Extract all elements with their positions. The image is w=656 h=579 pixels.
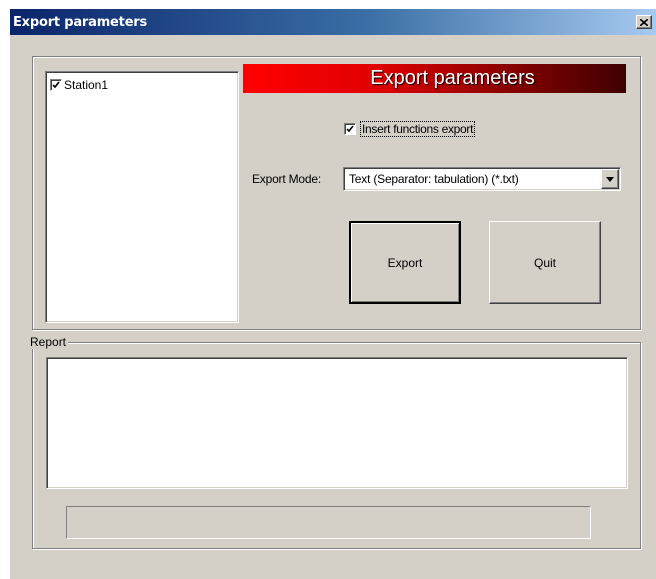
export-mode-label: Export Mode: (252, 172, 321, 186)
checkmark-icon (346, 125, 354, 133)
export-banner: Export parameters (243, 64, 626, 93)
close-button[interactable] (636, 15, 652, 29)
dropdown-button[interactable] (601, 169, 619, 189)
station-checkbox[interactable] (50, 79, 62, 91)
close-x-icon (640, 18, 648, 26)
quit-button[interactable]: Quit (489, 221, 601, 304)
export-mode-value: Text (Separator: tabulation) (*.txt) (349, 172, 519, 186)
report-legend: Report (28, 335, 69, 349)
report-textarea[interactable] (46, 357, 628, 489)
checkmark-icon (52, 81, 60, 89)
export-progress-bar (66, 506, 591, 539)
chevron-down-icon (606, 176, 614, 182)
export-parameters-dialog: Export parameters Station1 Export parame… (9, 8, 656, 579)
window-title: Export parameters (13, 15, 148, 30)
insert-functions-checkbox[interactable] (344, 123, 356, 135)
insert-functions-option[interactable]: Insert functions export (344, 121, 476, 137)
banner-title: Export parameters (370, 67, 535, 89)
insert-functions-label: Insert functions export (360, 121, 476, 137)
station-list[interactable]: Station1 (45, 71, 239, 323)
export-mode-select[interactable]: Text (Separator: tabulation) (*.txt) (343, 167, 621, 191)
export-button[interactable]: Export (349, 221, 461, 304)
station-label: Station1 (64, 78, 109, 92)
list-item[interactable]: Station1 (50, 78, 108, 92)
title-bar[interactable]: Export parameters (10, 9, 656, 35)
